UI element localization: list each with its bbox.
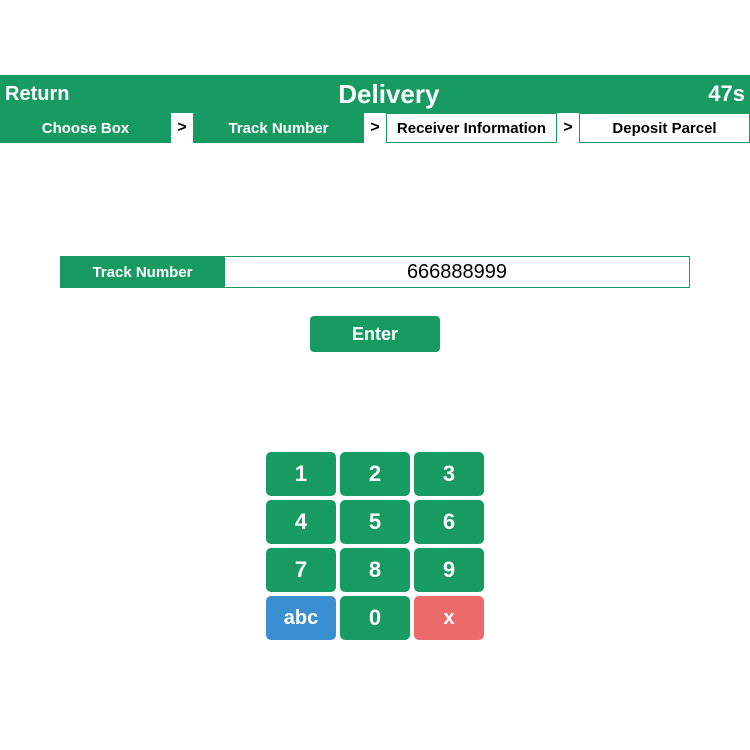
- return-button[interactable]: Return: [5, 83, 69, 106]
- numeric-keypad: 1 2 3 4 5 6 7 8 9 abc 0 x: [0, 452, 750, 640]
- key-6[interactable]: 6: [414, 500, 484, 544]
- key-9[interactable]: 9: [414, 548, 484, 592]
- key-2[interactable]: 2: [340, 452, 410, 496]
- enter-row: Enter: [0, 316, 750, 352]
- header-bar: Return Delivery 47s: [0, 75, 750, 113]
- breadcrumb: Choose Box > Track Number > Receiver Inf…: [0, 113, 750, 143]
- key-alpha[interactable]: abc: [266, 596, 336, 640]
- key-3[interactable]: 3: [414, 452, 484, 496]
- crumb-deposit-parcel[interactable]: Deposit Parcel: [579, 113, 750, 143]
- crumb-choose-box[interactable]: Choose Box: [0, 113, 171, 143]
- page-title: Delivery: [338, 79, 439, 110]
- crumb-sep: >: [557, 113, 579, 143]
- crumb-sep: >: [364, 113, 386, 143]
- spacer: [0, 0, 750, 75]
- key-delete[interactable]: x: [414, 596, 484, 640]
- track-number-input[interactable]: [225, 256, 690, 288]
- enter-button[interactable]: Enter: [310, 316, 440, 352]
- countdown-timer: 47s: [708, 81, 745, 107]
- crumb-receiver-info[interactable]: Receiver Information: [386, 113, 557, 143]
- track-number-label: Track Number: [60, 256, 225, 288]
- key-8[interactable]: 8: [340, 548, 410, 592]
- key-1[interactable]: 1: [266, 452, 336, 496]
- key-5[interactable]: 5: [340, 500, 410, 544]
- track-number-row: Track Number: [0, 256, 750, 288]
- key-0[interactable]: 0: [340, 596, 410, 640]
- crumb-track-number[interactable]: Track Number: [193, 113, 364, 143]
- keypad-grid: 1 2 3 4 5 6 7 8 9 abc 0 x: [266, 452, 484, 640]
- key-4[interactable]: 4: [266, 500, 336, 544]
- crumb-sep: >: [171, 113, 193, 143]
- key-7[interactable]: 7: [266, 548, 336, 592]
